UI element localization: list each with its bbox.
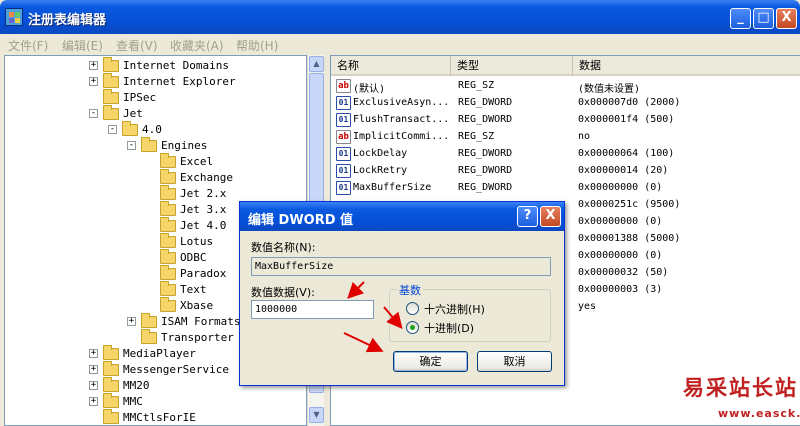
- annotation-arrows: [343, 281, 403, 353]
- arrow-to-ok-button: [343, 332, 384, 353]
- watermark-url: www.easck.com: [718, 407, 800, 420]
- arrow-to-data-input: [347, 281, 365, 299]
- arrow-to-decimal-radio: [383, 306, 403, 330]
- watermark-logo: 易采站长站: [683, 375, 798, 400]
